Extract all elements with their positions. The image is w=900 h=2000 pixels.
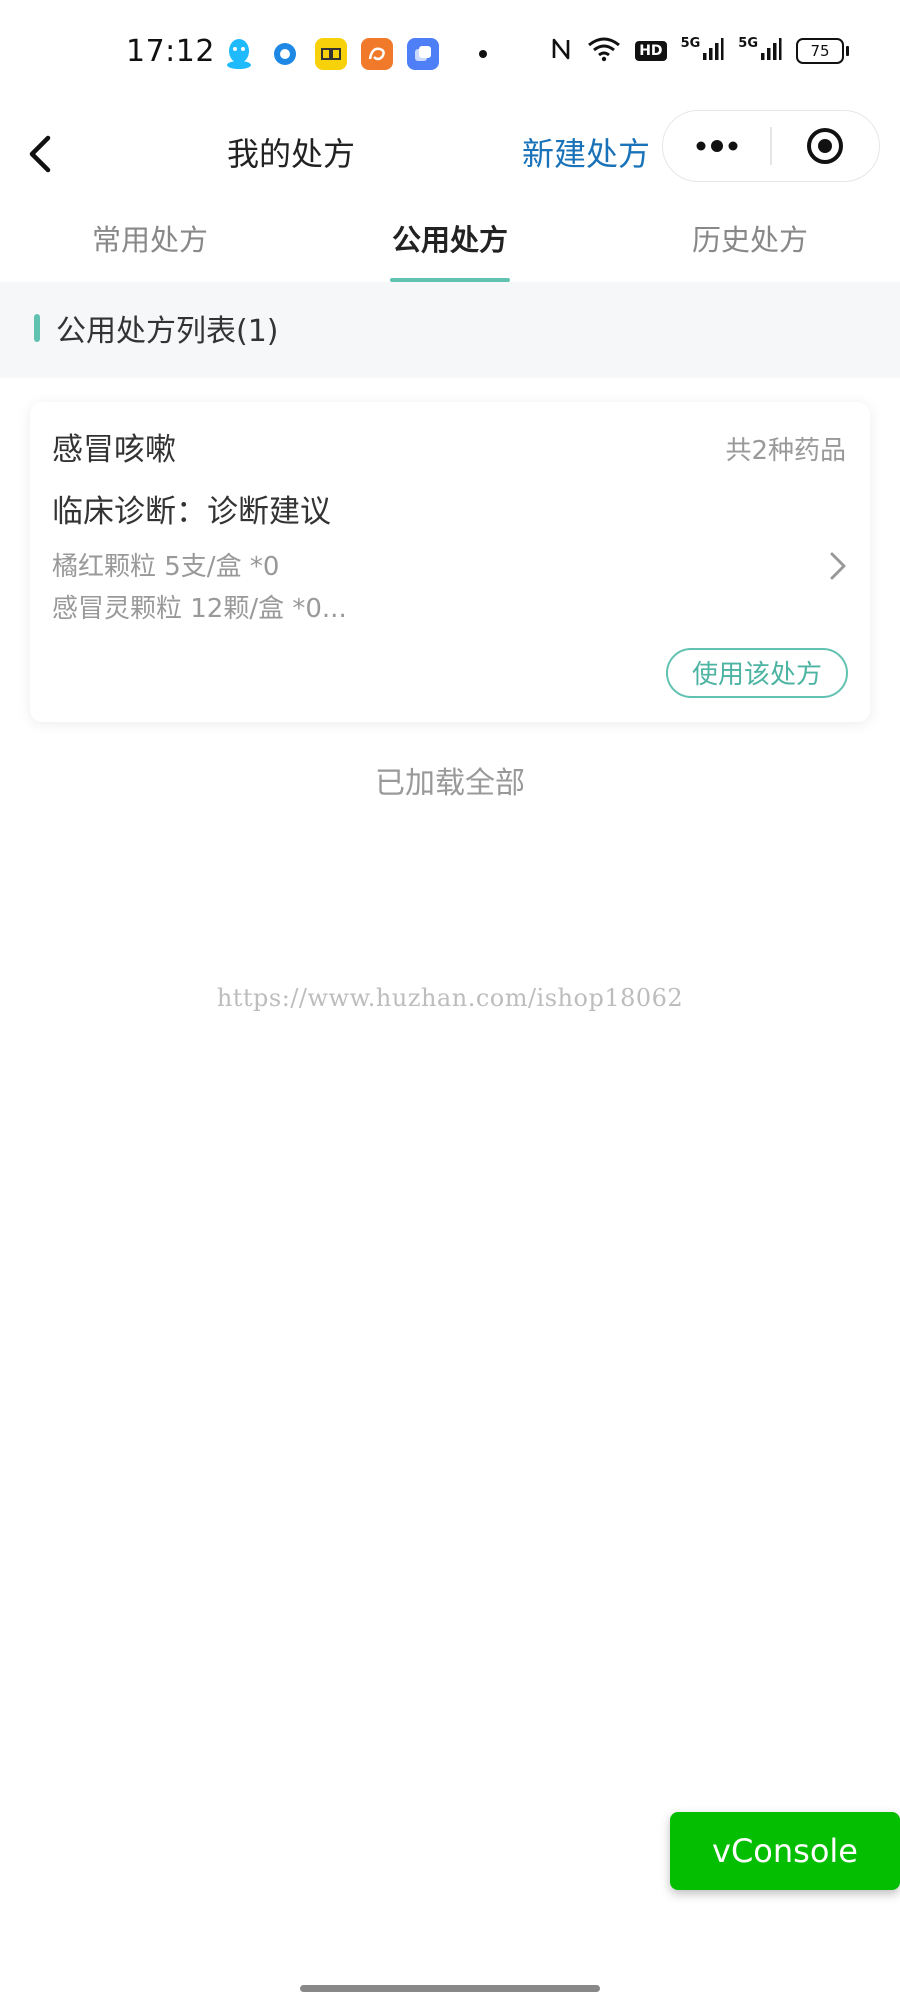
chevron-right-icon[interactable]	[826, 548, 850, 584]
status-app-icons	[223, 38, 487, 70]
nfc-icon	[549, 36, 573, 66]
tab-public[interactable]: 公用处方	[300, 206, 600, 282]
wifi-icon	[587, 36, 621, 66]
signal-icon	[760, 37, 782, 65]
tab-history[interactable]: 历史处方	[600, 206, 900, 282]
home-indicator[interactable]	[300, 1985, 600, 1992]
prescription-name: 感冒咳嗽	[52, 432, 176, 468]
signal-icon	[702, 37, 724, 65]
notification-dot-icon	[479, 50, 487, 58]
tab-label: 常用处方	[91, 223, 208, 257]
drug-item: 橘红颗粒 5支/盒 *0	[52, 552, 280, 582]
yellow-app-icon	[315, 38, 347, 70]
use-prescription-button[interactable]: 使用该处方	[665, 648, 848, 698]
qq-icon	[223, 38, 255, 70]
drug-item: 感冒灵颗粒 12颗/盒 *0...	[52, 594, 347, 624]
uc-browser-icon	[361, 38, 393, 70]
drug-count: 共2种药品	[725, 436, 846, 466]
status-bar: 17:12 HD 5G 5G 75	[0, 0, 900, 110]
section-title: 公用处方列表(1)	[56, 314, 279, 349]
prescription-card[interactable]: 感冒咳嗽 共2种药品 临床诊断：诊断建议 橘红颗粒 5支/盒 *0 感冒灵颗粒 …	[30, 402, 870, 722]
tab-bar: 常用处方 公用处方 历史处方	[0, 206, 900, 282]
tab-label: 公用处方	[391, 223, 508, 257]
back-icon[interactable]	[22, 124, 62, 184]
watermark-text: https://www.huzhan.com/ishop18062	[216, 984, 684, 1012]
page: 17:12 HD 5G 5G 75 我的处方 新建处方 常用处方 公用处方 历史…	[0, 0, 900, 2000]
close-miniprogram-icon[interactable]	[772, 111, 879, 181]
status-time: 17:12	[126, 34, 215, 69]
battery-icon: 75	[796, 38, 849, 64]
tab-common[interactable]: 常用处方	[0, 206, 300, 282]
more-icon[interactable]	[663, 111, 770, 181]
new-prescription-button[interactable]: 新建处方	[522, 124, 650, 184]
tab-label: 历史处方	[691, 223, 808, 257]
loaded-all-text: 已加载全部	[375, 766, 525, 801]
network-label-2: 5G	[738, 35, 758, 51]
nav-bar: 我的处方 新建处方	[0, 110, 900, 206]
miniprogram-capsule	[662, 110, 880, 182]
blue-app-icon	[407, 38, 439, 70]
hd-badge: HD	[635, 41, 667, 61]
section-marker	[34, 314, 40, 342]
network-label-1: 5G	[680, 35, 701, 51]
vconsole-button[interactable]: vConsole	[670, 1812, 900, 1890]
page-title: 我的处方	[227, 135, 356, 173]
clinical-diagnosis: 临床诊断：诊断建议	[52, 494, 331, 530]
circle-app-icon	[269, 38, 301, 70]
section-header: 公用处方列表(1)	[34, 306, 279, 350]
status-right: HD 5G 5G 75	[549, 35, 849, 66]
